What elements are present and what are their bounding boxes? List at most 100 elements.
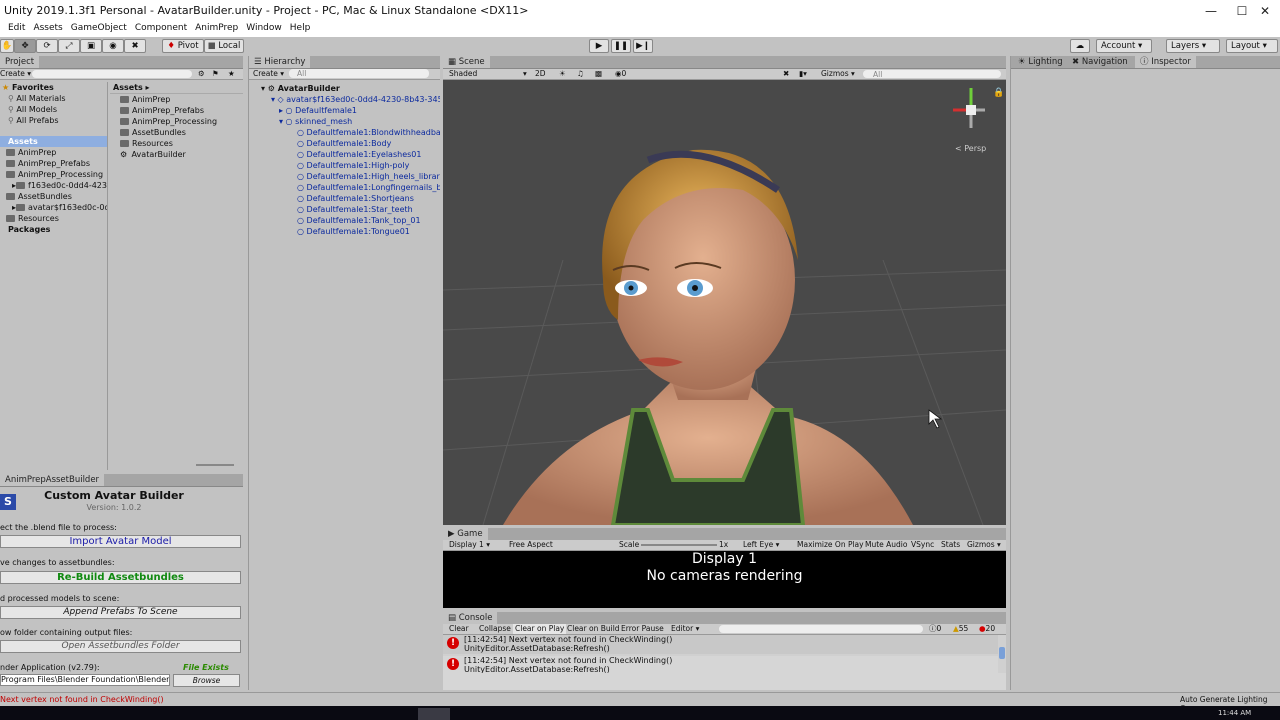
file-item[interactable]: AssetBundles [110,127,243,138]
menu-gameobject[interactable]: GameObject [67,22,131,35]
close-icon[interactable]: ✕ [1250,0,1280,22]
label-icon[interactable]: ⚑ [212,69,219,79]
aspect-dropdown[interactable]: Free Aspect [509,540,553,550]
tree-item[interactable]: AnimPrep [0,147,107,158]
status-message[interactable]: Next vertex not found in CheckWinding() [0,695,164,704]
pause-button[interactable]: ❚❚ [611,39,631,53]
hierarchy-item[interactable]: ▸ ○ Defaultfemale1 [249,105,440,116]
collapse-toggle[interactable]: Collapse [479,624,511,634]
tree-item[interactable]: Resources [0,213,107,224]
tab-navigation[interactable]: ✖ Navigation [1067,56,1133,68]
hand-tool-icon[interactable]: ✋ [0,39,14,53]
taskbar-app[interactable] [418,708,450,720]
rect-tool-icon[interactable]: ▣ [80,39,102,53]
tab-project[interactable]: Project [0,56,40,68]
hierarchy-item[interactable]: ○ Defaultfemale1:High-poly [249,160,440,171]
clear-on-build-toggle[interactable]: Clear on Build [567,624,620,634]
rebuild-assetbundles-button[interactable]: Re-Build Assetbundles [0,571,241,584]
tab-hierarchy[interactable]: ☰ Hierarchy [249,56,311,68]
menu-component[interactable]: Component [131,22,191,35]
hierarchy-item[interactable]: ▾ ◇ avatar$f163ed0c-0dd4-4230-8b43-345 [249,94,440,105]
file-item[interactable]: AnimPrep_Prefabs [110,105,243,116]
icon-size-slider[interactable] [196,464,234,466]
layers-dropdown[interactable]: Layers ▾ [1166,39,1220,53]
tree-item[interactable]: AnimPrep_Processing [0,169,107,180]
menu-window[interactable]: Window [242,22,286,35]
lock-icon[interactable]: 🔒 [993,88,1004,98]
custom-tool-icon[interactable]: ✖ [124,39,146,53]
scale-tool-icon[interactable]: ⤢ [58,39,80,53]
scene-gizmos-dropdown[interactable]: Gizmos ▾ [821,69,855,79]
file-item[interactable]: AnimPrep_Processing [110,116,243,127]
filter-icon[interactable]: ⚙ [198,69,205,79]
hierarchy-item[interactable]: ○ Defaultfemale1:Tongue01 [249,226,440,237]
menu-assets[interactable]: Assets [29,22,66,35]
menu-edit[interactable]: Edit [0,22,29,35]
tab-lighting[interactable]: ☀ Lighting [1013,56,1068,68]
favorite-star-icon[interactable]: ★ [228,69,235,79]
display-dropdown[interactable]: Display 1 ▾ [449,540,490,550]
favorite-item[interactable]: ⚲ All Prefabs [0,115,107,126]
step-button[interactable]: ▶❙ [633,39,653,53]
scene-tools-icon[interactable]: ✖ [783,69,789,79]
project-create-dropdown[interactable]: Create ▾ [0,69,31,79]
tab-inspector[interactable]: ⓘ Inspector [1135,56,1196,68]
tab-console[interactable]: ▤ Console [443,612,498,624]
packages-root[interactable]: Packages [0,224,107,235]
rotate-tool-icon[interactable]: ⟳ [36,39,58,53]
hierarchy-item[interactable]: ○ Defaultfemale1:Body [249,138,440,149]
hierarchy-item[interactable]: ○ Defaultfemale1:Star_teeth [249,204,440,215]
hierarchy-item[interactable]: ○ Defaultfemale1:Blondwithheadbar [249,127,440,138]
tree-item[interactable]: AnimPrep_Prefabs [0,158,107,169]
info-count-toggle[interactable]: ⓘ0 [929,624,941,634]
mute-audio-toggle[interactable]: Mute Audio [865,540,907,550]
console-scrollbar[interactable] [999,647,1005,659]
stats-toggle[interactable]: Stats [941,540,960,550]
scene-lighting-icon[interactable]: ☀ [559,69,566,79]
file-item[interactable]: ⚙ AvatarBuilder [110,149,243,160]
maximize-on-play-toggle[interactable]: Maximize On Play [797,540,864,550]
console-search-input[interactable] [719,625,923,633]
menu-help[interactable]: Help [286,22,315,35]
clear-on-play-toggle[interactable]: Clear on Play [513,624,567,634]
game-view[interactable]: Display 1 No cameras rendering [443,551,1006,608]
file-item[interactable]: AnimPrep [110,94,243,105]
hierarchy-item[interactable]: ○ Defaultfemale1:Tank_top_01 [249,215,440,226]
scene-search-input[interactable]: All [863,70,1001,79]
assets-root[interactable]: Assets [0,136,107,147]
hierarchy-item[interactable]: ○ Defaultfemale1:Longfingernails_bl [249,182,440,193]
editor-dropdown[interactable]: Editor ▾ [671,624,699,634]
transform-tool-icon[interactable]: ◉ [102,39,124,53]
local-button[interactable]: ■ Local [204,39,244,53]
pivot-button[interactable]: ♦ Pivot [162,39,204,53]
tree-item[interactable]: ▸ f163ed0c-0dd4-4230 [0,180,107,191]
collab-cloud-icon[interactable]: ☁ [1070,39,1090,53]
console-entry[interactable]: ! [11:42:54] Next vertex not found in Ch… [443,656,998,674]
tree-item[interactable]: ▸ avatar$f163ed0c-0dd [0,202,107,213]
play-button[interactable]: ▶ [589,39,609,53]
toggle-2d-button[interactable]: 2D [535,69,546,79]
tab-game[interactable]: ▶ Game [443,528,488,540]
tree-item[interactable]: AssetBundles [0,191,107,202]
file-item[interactable]: Resources [110,138,243,149]
move-tool-icon[interactable]: ✥ [14,39,36,53]
camera-icon[interactable]: ▮▾ [799,69,807,79]
breadcrumb[interactable]: Assets ▸ [110,82,243,94]
scene-audio-icon[interactable]: ♫ [577,69,584,79]
hidden-layers-icon[interactable]: ◉0 [615,69,626,79]
account-dropdown[interactable]: Account ▾ [1096,39,1152,53]
layout-dropdown[interactable]: Layout ▾ [1226,39,1278,53]
scene-effects-icon[interactable]: ▩ [595,69,602,79]
hierarchy-item[interactable]: ▾ ○ skinned_mesh [249,116,440,127]
blender-path-field[interactable]: Program Files\Blender Foundation\Blender [0,674,170,686]
error-pause-toggle[interactable]: Error Pause [621,624,664,634]
eye-dropdown[interactable]: Left Eye ▾ [743,540,779,550]
scene-root[interactable]: ▾ ⚙ AvatarBuilder [249,83,440,94]
console-clear-button[interactable]: Clear [449,624,469,634]
hierarchy-item[interactable]: ○ Defaultfemale1:Shortjeans [249,193,440,204]
vsync-toggle[interactable]: VSync [911,540,934,550]
persp-label[interactable]: < Persp [955,144,986,153]
warning-count-toggle[interactable]: ▲55 [953,624,968,634]
scale-slider[interactable] [641,544,717,546]
shading-dropdown[interactable]: Shaded [449,69,477,79]
